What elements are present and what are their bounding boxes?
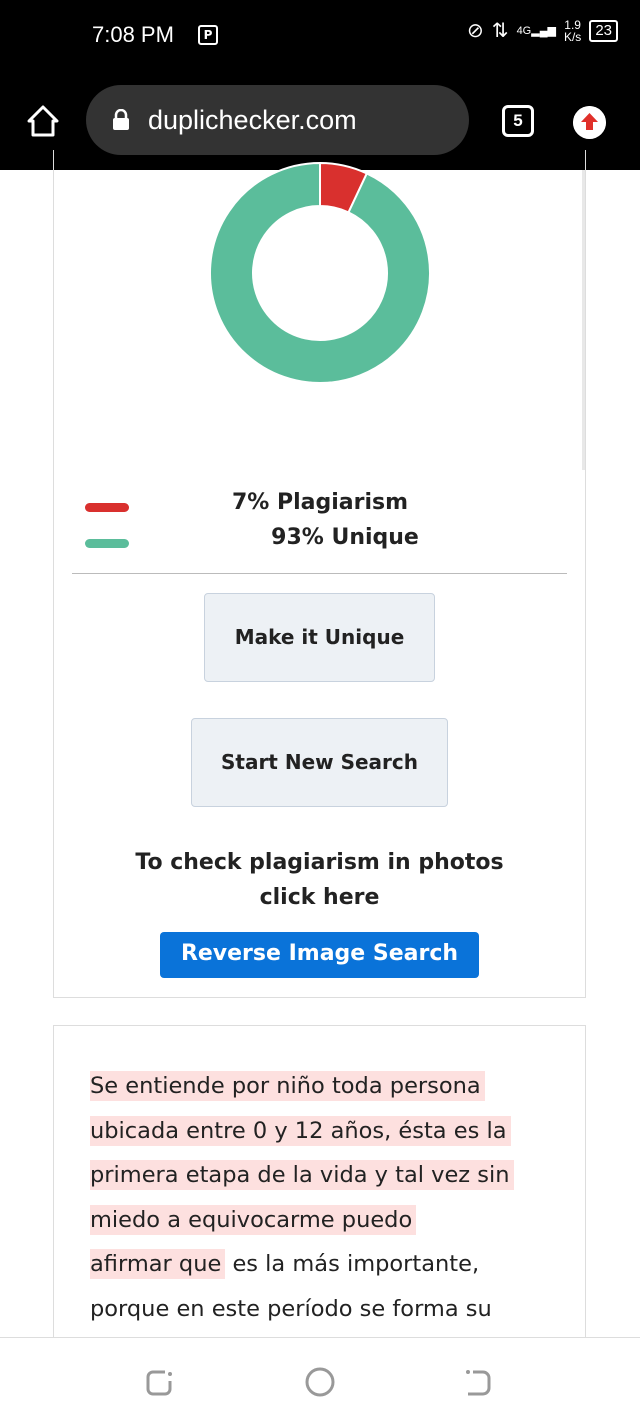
url-text: duplichecker.com bbox=[148, 105, 357, 135]
clock: 7:08 PM bbox=[92, 22, 174, 47]
checked-text: Se entiende por niño toda persona ubicada… bbox=[90, 1064, 514, 1331]
donut-slice-unique bbox=[209, 161, 431, 384]
donut-chart bbox=[209, 161, 431, 384]
unique-percent: 93% Unique bbox=[271, 525, 419, 550]
recents-icon[interactable] bbox=[145, 1368, 175, 1398]
text-line: primera etapa de la vida y tal vez sin bbox=[90, 1153, 514, 1198]
home-nav-icon[interactable] bbox=[304, 1366, 336, 1398]
plagiarized-highlight: miedo a equivocarme puedo bbox=[90, 1204, 417, 1235]
reverse-image-search-button[interactable]: Reverse Image Search bbox=[160, 932, 479, 978]
plagiarized-highlight: primera etapa de la vida y tal vez sin bbox=[90, 1160, 514, 1190]
plagiarized-highlight: ubicada entre 0 y 12 años, ésta es la bbox=[90, 1115, 511, 1146]
home-icon[interactable] bbox=[26, 104, 60, 138]
text-line: ubicada entre 0 y 12 años, ésta es la bbox=[90, 1109, 514, 1154]
system-nav-bar bbox=[0, 1337, 640, 1422]
address-bar[interactable]: duplichecker.com bbox=[86, 85, 469, 155]
scrollbar[interactable] bbox=[582, 170, 585, 470]
text-line: afirmar que es la más importante, bbox=[90, 1242, 514, 1287]
battery-icon: 23 bbox=[589, 19, 618, 42]
plagiarized-highlight: Se entiende por niño toda persona bbox=[90, 1071, 485, 1101]
back-icon[interactable] bbox=[463, 1368, 493, 1398]
unique-text: porque en este período se forma su bbox=[90, 1295, 492, 1322]
photo-check-text: To check plagiarism in photos click here bbox=[54, 845, 585, 915]
text-line: Se entiende por niño toda persona bbox=[90, 1064, 514, 1109]
unique-text: es la más importante, bbox=[225, 1251, 480, 1277]
text-line: miedo a equivocarme puedo bbox=[90, 1198, 514, 1243]
tab-switcher-button[interactable]: 5 bbox=[502, 105, 534, 137]
click-here-link[interactable]: click here bbox=[54, 880, 585, 915]
make-it-unique-button[interactable]: Make it Unique bbox=[204, 593, 435, 682]
start-new-search-button[interactable]: Start New Search bbox=[191, 718, 448, 807]
divider bbox=[72, 573, 567, 574]
lock-icon bbox=[113, 109, 129, 130]
text-line: porque en este período se forma su bbox=[90, 1287, 514, 1332]
notification-icon: P bbox=[198, 25, 218, 45]
data-transfer-icon: ⇅ bbox=[491, 20, 509, 42]
network-type: 4G bbox=[516, 25, 532, 37]
update-arrow-icon[interactable] bbox=[573, 106, 606, 139]
speed-unit: K/s bbox=[563, 29, 582, 44]
signal-icon: 4G▂▄▆ bbox=[516, 25, 556, 37]
plagiarized-highlight: afirmar que bbox=[90, 1249, 226, 1279]
dnd-icon: ⊘ bbox=[467, 20, 484, 42]
plagiarism-percent: 7% Plagiarism bbox=[231, 490, 409, 515]
net-speed: 1.9 K/s bbox=[564, 19, 581, 43]
status-bar: 7:08 PM P ⊘ ⇅ 4G▂▄▆ 1.9 K/s 23 bbox=[0, 0, 640, 70]
photo-text-line: To check plagiarism in photos bbox=[135, 850, 504, 875]
